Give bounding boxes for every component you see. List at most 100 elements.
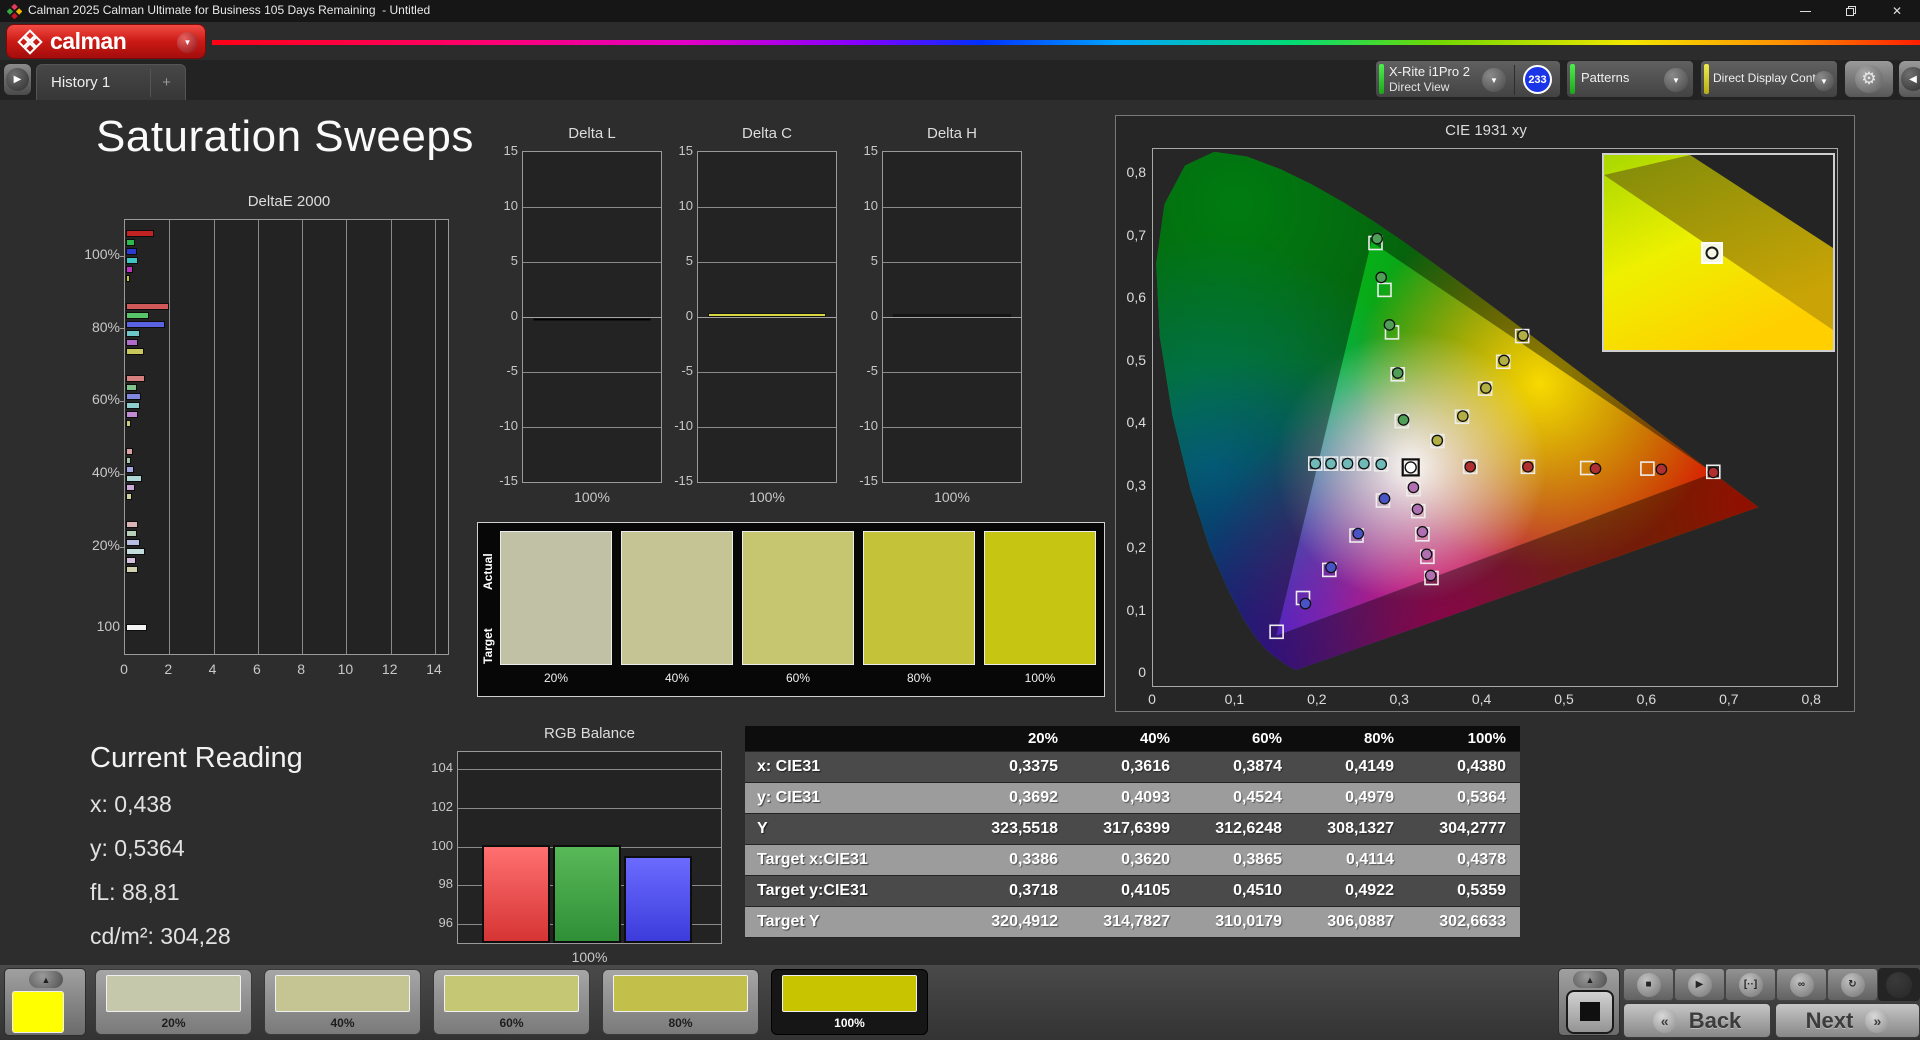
measured-point-blue [1325,561,1337,574]
pattern-button-20%[interactable]: 20% [95,969,252,1035]
y-axis-label: 0,7 [1126,226,1146,243]
tab-history-1[interactable]: History 1 + [36,64,186,100]
table-cell: 0,4922 [1345,882,1394,899]
calman-window: Calman 2025 Calman Ultimate for Business… [0,0,1920,1040]
meter-status-bar [1379,64,1384,94]
table-cell: 0,3375 [1009,758,1058,775]
table-cell: 312,6248 [1215,820,1282,837]
y-axis-label: 80% [91,318,120,335]
table-cell: 0,3865 [1233,851,1282,868]
gridline [523,372,661,373]
table-cell: 0,3386 [1009,851,1058,868]
calman-menu-button[interactable]: calman ▼ [6,24,206,59]
expand-up-button[interactable]: ▲ [1573,971,1607,988]
pattern-color-panel: ▲ [4,968,86,1036]
x-axis-label: 100% [574,489,610,505]
bar-yellow [126,347,145,355]
y-axis-label: 5 [510,253,518,268]
stop-button[interactable]: ■ [1623,968,1674,1001]
bar-red [126,520,139,528]
measured-point-green [1383,319,1396,331]
x-axis-label: 0,5 [1554,691,1574,707]
bar-red [126,375,146,383]
chevron-down-icon[interactable]: ▼ [1482,68,1506,92]
bar-red [126,230,154,237]
table-cell: 0,4380 [1457,758,1506,775]
calman-logo-text: calman [50,28,127,54]
measured-point-yellow [1480,382,1492,394]
table-cell: 310,0179 [1215,913,1282,930]
swatch-100% [984,531,1096,665]
measured-point-yellow [1498,354,1510,367]
play-button[interactable]: ▶ [1674,968,1725,1001]
delta_c-title: Delta C [741,125,793,142]
swatch-label: 100% [1024,671,1056,685]
x-axis-label: 8 [297,661,306,677]
bar-yellow [126,275,130,282]
collapse-panel-button[interactable]: ◀ [1898,60,1920,98]
restore-icon [1846,6,1856,16]
table-row: Target y:CIE31 0,3718 0,4105 0,4510 0,4922 0,… [745,876,1520,907]
back-button[interactable]: « Back [1623,1003,1771,1038]
bar-blue [126,538,140,546]
expand-up-button[interactable]: ▲ [29,971,63,988]
cie-chart-title: CIE 1931 xy [1445,122,1527,139]
continuous-button[interactable]: ∞ [1776,968,1827,1001]
current-reading-title: Current Reading [90,742,303,774]
pattern-window-icon: [··] [1738,972,1763,997]
next-button[interactable]: Next » [1775,1003,1920,1038]
repeat-button[interactable]: ↻ [1827,968,1878,1001]
bar-green [553,844,621,943]
pattern-window-button[interactable]: [··] [1725,968,1776,1001]
pattern-bar: ▲ 20% 40% 60% 80% 100% ▲ ■ ▶ [··] ∞ ↻ « Back Next » [0,965,1920,1040]
swatch-label: 80% [906,671,932,685]
calman-diamond-icon [17,28,43,55]
repeat-icon: ↻ [1840,972,1865,997]
pattern-button-60%[interactable]: 60% [433,969,590,1035]
patterns-dropdown[interactable]: Patterns ▼ [1566,60,1694,98]
settings-gear-button[interactable]: ⚙ [1844,60,1894,98]
meter-dropdown[interactable]: X-Rite i1Pro 2 Direct View ▼ 233 [1375,60,1561,98]
measured-point-green [1397,414,1410,426]
close-button[interactable]: ✕ [1874,0,1920,22]
pattern-button-100%[interactable]: 100% [771,969,928,1035]
x-axis-label: 10 [337,661,354,677]
y-axis-label: 10 [863,198,878,213]
x-axis-label: 2 [164,661,173,677]
axis-tick [120,401,125,403]
minimize-button[interactable] [1782,0,1828,22]
swatch-60% [742,531,854,665]
table-cell: 314,7827 [1103,913,1170,930]
delta-h-chart: Delta H 15 10 5 0 -5 -10 -15 100% [846,125,1031,520]
measured-point-blue [1352,527,1365,540]
measured-point-cyan [1375,458,1388,471]
bar-cyan [126,257,138,264]
bar-red [126,448,134,456]
bar-magenta [126,338,139,346]
inset-target-square [1701,242,1723,264]
pattern-button-40%[interactable]: 40% [264,969,421,1035]
deltae-chart-title: DeltaE 2000 [247,193,331,210]
pattern-window-button[interactable] [1566,990,1614,1034]
x-axis-label: 0,3 [1389,691,1409,707]
add-tab-button[interactable]: + [150,68,182,97]
display-control-dropdown[interactable]: Direct Display Control ▼ [1700,60,1838,98]
layout-nav-button[interactable]: ▶ [3,63,32,96]
table-cell: 304,2777 [1439,820,1506,837]
delta_l-plot [522,151,662,483]
restore-button[interactable] [1828,0,1874,22]
chevron-down-icon[interactable]: ▼ [1814,71,1834,91]
pattern-button-80%[interactable]: 80% [602,969,759,1035]
x-axis-label: 0 [120,661,128,677]
y-axis-label: 60% [91,391,120,408]
x-axis-label: 100% [749,489,785,505]
bar [708,312,826,317]
gridline [698,262,836,263]
y-axis-label: 100 [431,837,453,853]
chevron-down-icon[interactable]: ▼ [177,32,198,53]
bar-white [126,624,148,631]
table-cell: 0,3874 [1233,758,1282,775]
continuous-icon: ∞ [1789,972,1814,997]
measured-point-magenta [1411,503,1424,516]
chevron-down-icon[interactable]: ▼ [1664,68,1688,92]
